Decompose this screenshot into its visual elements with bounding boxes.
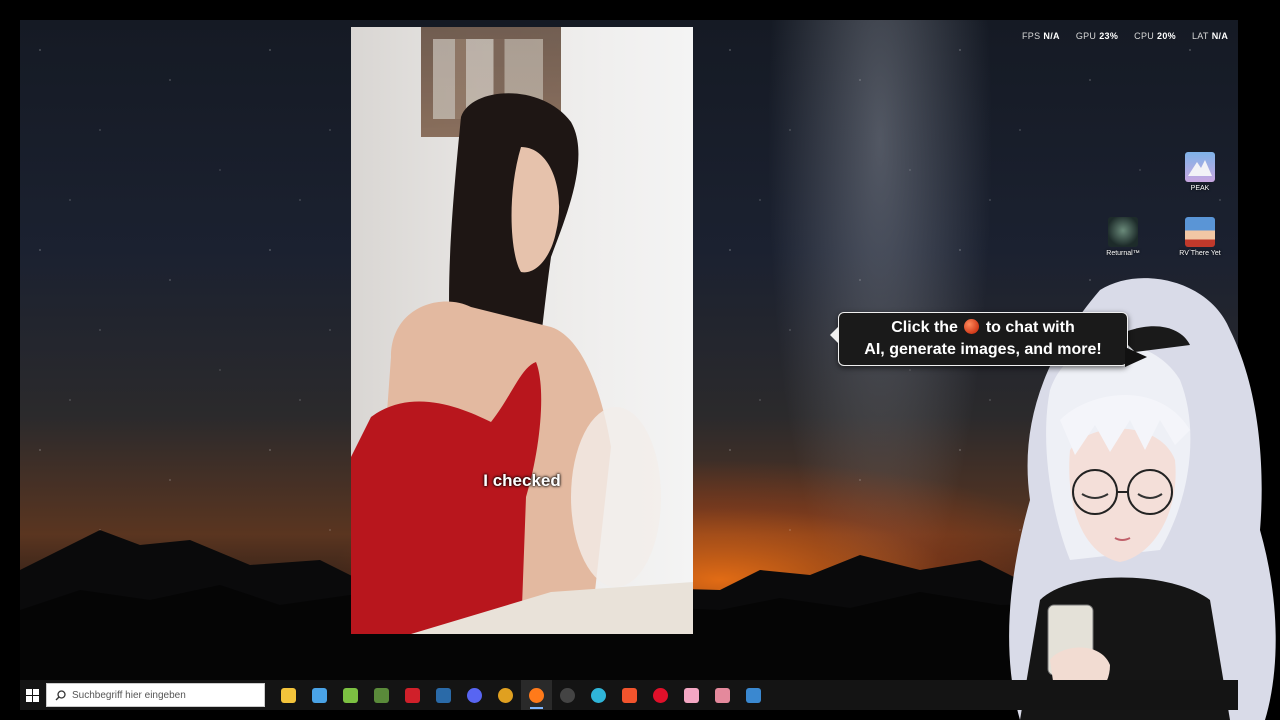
assistant-tooltip-bubble[interactable]: Click the to chat with AI, generate imag… — [830, 312, 1147, 367]
rv-there-yet-game-icon — [1185, 217, 1215, 247]
taskbar-app-android-app[interactable] — [335, 680, 366, 710]
anime-app-icon — [684, 687, 699, 703]
taskbar-app-msi-afterburner[interactable] — [397, 680, 428, 710]
taskbar-app-steam-alt[interactable] — [738, 680, 769, 710]
taskbar-app-minecraft[interactable] — [366, 680, 397, 710]
taskbar-app-obs[interactable] — [552, 680, 583, 710]
tooltip-pointer — [830, 326, 839, 344]
tooltip-line-2: AI, generate images, and more! — [864, 341, 1102, 358]
android-app-icon — [343, 687, 358, 703]
taskbar-app-firefox[interactable] — [521, 680, 552, 710]
cursor-pointer-icon — [1125, 347, 1147, 367]
obs-icon — [560, 687, 575, 703]
msi-afterburner-icon — [405, 687, 420, 703]
taskbar-app-discord[interactable] — [459, 680, 490, 710]
taskbar-app-chrome[interactable] — [490, 680, 521, 710]
cpu-readout: CPU 20% — [1134, 31, 1176, 41]
opera-icon — [653, 687, 668, 703]
taskbar-app-steam[interactable] — [428, 680, 459, 710]
taskbar-app-brave[interactable] — [614, 680, 645, 710]
taskbar-app-store[interactable] — [304, 680, 335, 710]
performance-overlay: FPS N/A GPU 23% CPU 20% LAT N/A — [1022, 31, 1228, 41]
tooltip-line-1: Click the to chat with — [891, 319, 1075, 336]
chat-ball-icon — [964, 319, 980, 334]
taskbar-app-usb-tool[interactable] — [707, 680, 738, 710]
chrome-icon — [498, 687, 513, 703]
gpu-readout: GPU 23% — [1075, 31, 1119, 41]
taskbar-pinned-apps — [273, 680, 769, 710]
minecraft-icon — [374, 687, 389, 703]
video-player-window[interactable]: I checked — [351, 27, 693, 634]
file-explorer-icon — [281, 687, 296, 703]
taskbar-app-anime-app[interactable] — [676, 680, 707, 710]
desktop-shortcut-returnal[interactable]: Returnal™ — [1098, 217, 1148, 257]
firefox-icon — [529, 687, 544, 703]
desktop-shortcut-rv-there-yet[interactable]: RV There Yet — [1175, 217, 1225, 257]
video-caption: I checked — [483, 471, 561, 490]
video-frame-person — [351, 93, 693, 634]
windows-logo-icon — [25, 688, 39, 702]
search-placeholder: Suchbegriff hier eingeben — [72, 689, 186, 701]
peak-game-icon — [1185, 152, 1215, 182]
start-button[interactable] — [20, 680, 44, 710]
taskbar-app-file-explorer[interactable] — [273, 680, 304, 710]
store-icon — [312, 687, 327, 703]
taskbar-search-input[interactable]: Suchbegriff hier eingeben — [46, 683, 265, 707]
taskbar: Suchbegriff hier eingeben — [20, 680, 1238, 710]
brave-icon — [622, 687, 637, 703]
taskbar-app-edge[interactable] — [583, 680, 614, 710]
fps-readout: FPS N/A — [1022, 31, 1060, 41]
latency-readout: LAT N/A — [1191, 31, 1229, 41]
search-icon — [55, 689, 66, 700]
steam-alt-icon — [746, 687, 761, 703]
usb-tool-icon — [715, 687, 730, 703]
desktop-shortcut-peak[interactable]: PEAK — [1175, 152, 1225, 192]
returnal-game-icon — [1108, 217, 1138, 247]
taskbar-app-opera[interactable] — [645, 680, 676, 710]
edge-icon — [591, 687, 606, 703]
steam-icon — [436, 687, 451, 703]
discord-icon — [467, 687, 482, 703]
